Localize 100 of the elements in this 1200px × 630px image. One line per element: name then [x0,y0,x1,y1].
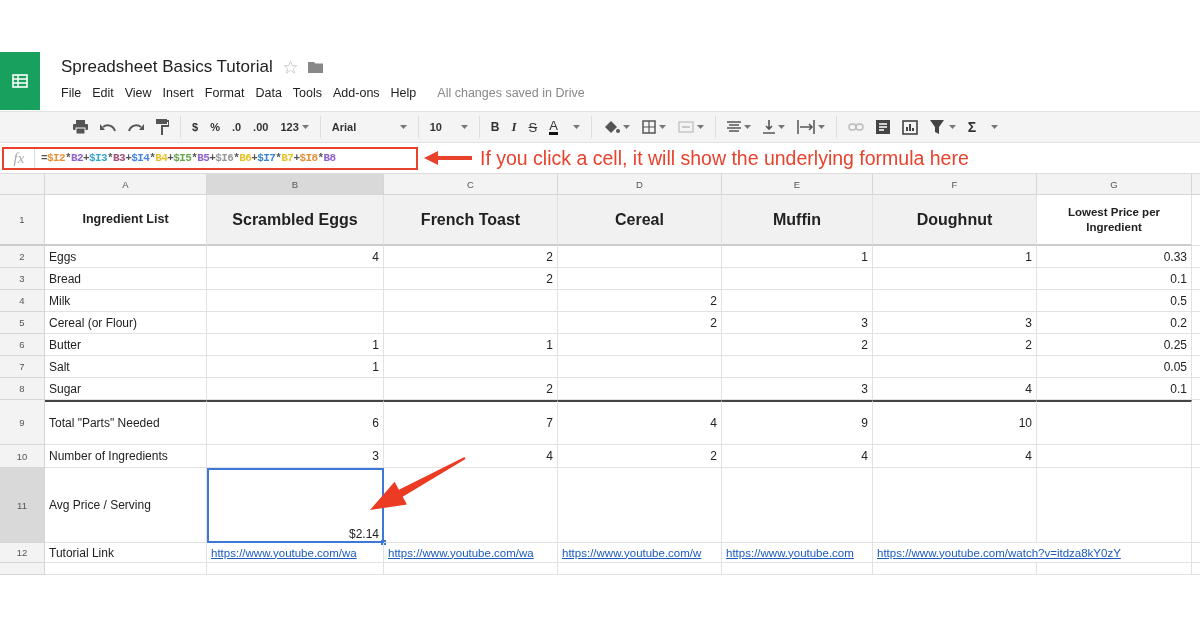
heading-cell[interactable]: Doughnut [873,195,1037,246]
table-cell[interactable]: Bread [45,268,207,290]
table-cell[interactable]: 0.33 [1037,246,1192,268]
table-cell[interactable]: 0.25 [1037,334,1192,356]
video-link[interactable]: https://www.youtube.com/watch?v=itdza8kY0zY [877,546,1121,559]
table-cell[interactable]: 2 [384,268,558,290]
font-size-dropdown[interactable]: 10 [429,121,468,133]
align-icon[interactable] [726,121,741,133]
merge-cells-icon[interactable] [677,121,694,133]
menu-item[interactable]: Tools [292,86,323,100]
format-button[interactable]: 123 [280,121,309,133]
table-cell[interactable]: 0.1 [1037,268,1192,290]
table-cell[interactable]: 3 [722,312,873,334]
table-cell[interactable]: https://www.youtube.com/wa [207,543,384,563]
video-link[interactable]: https://www.youtube.com/wa [388,546,534,559]
table-cell[interactable]: $2.14 [207,468,384,543]
table-cell[interactable] [1037,400,1192,445]
table-cell[interactable]: 2 [558,290,722,312]
text-style-button[interactable]: I [511,119,517,135]
table-cell[interactable]: Number of Ingredients [45,445,207,468]
text-style-button[interactable]: A [549,119,558,135]
font-dropdown[interactable]: Arial [331,121,407,133]
caret-icon[interactable] [460,125,468,129]
menu-item[interactable]: Help [390,86,417,100]
table-cell[interactable]: 7 [384,400,558,445]
caret-icon[interactable] [948,125,956,129]
menu-item[interactable]: Insert [162,86,194,100]
row-header[interactable]: 9 [0,400,45,445]
table-cell[interactable]: Milk [45,290,207,312]
caret-icon[interactable] [743,125,751,129]
table-cell[interactable]: 2 [558,312,722,334]
video-link[interactable]: https://www.youtube.com/wa [211,546,357,559]
heading-cell[interactable]: French Toast [384,195,558,246]
table-cell[interactable]: 4 [873,378,1037,400]
table-cell[interactable]: 2 [722,334,873,356]
caret-icon[interactable] [696,125,704,129]
table-cell[interactable]: Avg Price / Serving [45,468,207,543]
row-header[interactable]: 12 [0,543,45,563]
table-cell[interactable]: 2 [558,445,722,468]
table-cell[interactable]: 4 [873,445,1037,468]
menu-item[interactable]: Data [255,86,282,100]
table-cell[interactable]: 10 [873,400,1037,445]
heading-cell[interactable]: Scrambled Eggs [207,195,384,246]
folder-icon[interactable] [307,61,323,73]
text-style-button[interactable]: B [490,120,500,134]
table-cell[interactable]: Butter [45,334,207,356]
table-cell[interactable]: 4 [207,246,384,268]
table-cell[interactable]: 2 [384,378,558,400]
table-cell[interactable]: 3 [722,378,873,400]
paint-format-icon[interactable] [156,119,169,135]
format-button[interactable]: .00 [253,121,269,133]
filter-icon[interactable] [929,120,944,134]
column-header[interactable]: E [722,174,873,195]
table-cell[interactable]: https://www.youtube.com/watch?v=itdza8kY0zY [873,543,1192,563]
row-header[interactable]: 6 [0,334,45,356]
menu-item[interactable]: Format [204,86,245,100]
row-header[interactable] [0,563,45,575]
table-cell[interactable]: Tutorial Link [45,543,207,563]
table-cell[interactable]: 2 [384,246,558,268]
table-cell[interactable]: 4 [722,445,873,468]
caret-icon[interactable] [622,125,630,129]
caret-icon[interactable] [658,125,666,129]
document-title[interactable]: Spreadsheet Basics Tutorial [61,57,273,77]
text-style-button[interactable]: S [528,119,538,135]
menu-item[interactable]: Edit [92,86,114,100]
column-header[interactable]: D [558,174,722,195]
row-header[interactable]: 3 [0,268,45,290]
table-cell[interactable]: 0.1 [1037,378,1192,400]
caret-icon[interactable] [301,125,309,129]
row-header[interactable]: 7 [0,356,45,378]
caret-icon[interactable] [991,125,999,129]
caret-icon[interactable] [817,125,825,129]
table-cell[interactable]: Eggs [45,246,207,268]
comment-icon[interactable] [875,120,890,134]
sheets-logo-icon[interactable] [0,52,40,110]
format-button[interactable]: % [210,121,220,133]
heading-cell[interactable]: Lowest Price per Ingredient [1037,195,1192,246]
table-cell[interactable]: https://www.youtube.com/w [558,543,722,563]
table-cell[interactable]: 9 [722,400,873,445]
table-cell[interactable]: 2 [873,334,1037,356]
table-cell[interactable]: 0.05 [1037,356,1192,378]
borders-icon[interactable] [641,120,656,134]
table-cell[interactable]: 6 [207,400,384,445]
print-icon[interactable] [73,120,88,134]
table-cell[interactable]: https://www.youtube.com/wa [384,543,558,563]
table-cell[interactable]: Total "Parts" Needed [45,400,207,445]
row-header[interactable]: 8 [0,378,45,400]
caret-icon[interactable] [572,125,580,129]
menu-item[interactable]: File [61,86,82,100]
text-wrap-icon[interactable] [796,120,815,134]
corner-cell[interactable] [0,174,45,195]
format-button[interactable]: $ [192,121,199,133]
undo-icon[interactable] [100,122,116,132]
caret-icon[interactable] [399,125,407,129]
table-cell[interactable]: 1 [207,356,384,378]
menu-item[interactable]: View [124,86,152,100]
row-header[interactable]: 1 [0,195,45,246]
table-cell[interactable]: https://www.youtube.com [722,543,873,563]
table-cell[interactable]: 0.2 [1037,312,1192,334]
column-header[interactable]: F [873,174,1037,195]
